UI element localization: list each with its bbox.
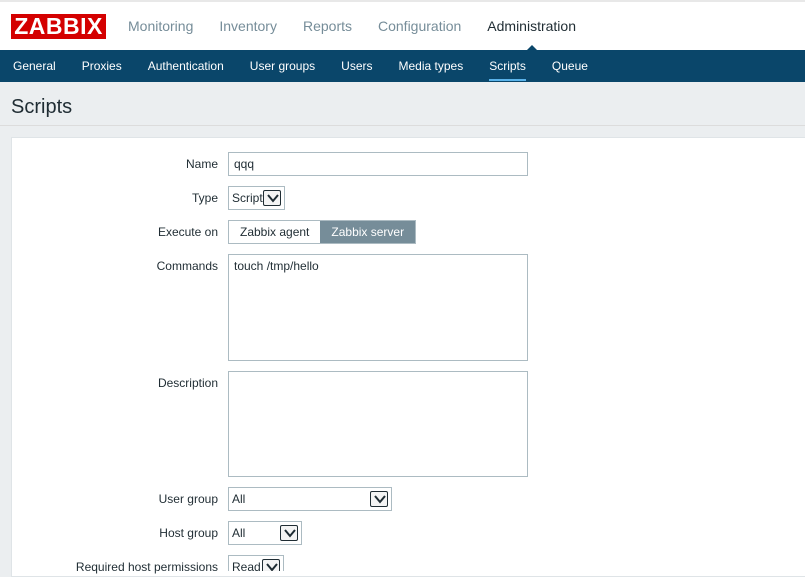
main-menu-inventory[interactable]: Inventory bbox=[206, 2, 290, 50]
page-title: Scripts bbox=[11, 96, 73, 118]
type-label: Type bbox=[191, 191, 218, 205]
sub-menu-user-groups[interactable]: User groups bbox=[237, 50, 328, 82]
execute-on-toggle: Zabbix agent Zabbix server bbox=[228, 220, 417, 244]
execute-on-label: Execute on bbox=[157, 225, 218, 239]
host-group-select-value: All bbox=[232, 526, 246, 540]
required-host-permissions-label: Required host permissions bbox=[75, 560, 218, 574]
page-header: Scripts bbox=[0, 82, 805, 126]
user-group-label: User group bbox=[158, 492, 218, 506]
name-input[interactable] bbox=[228, 152, 528, 176]
name-label: Name bbox=[185, 157, 218, 171]
description-textarea[interactable] bbox=[228, 371, 528, 477]
type-select-value: Script bbox=[232, 191, 263, 205]
sub-menu-media-types[interactable]: Media types bbox=[386, 50, 477, 82]
chevron-down-icon bbox=[263, 190, 281, 206]
commands-textarea[interactable]: touch /tmp/hello bbox=[228, 254, 528, 361]
main-menu-monitoring[interactable]: Monitoring bbox=[115, 2, 206, 50]
type-select[interactable]: Script bbox=[228, 186, 285, 210]
required-host-permissions-select[interactable]: Read bbox=[228, 555, 284, 571]
host-group-label: Host group bbox=[159, 526, 218, 540]
sub-menu: General Proxies Authentication User grou… bbox=[0, 50, 805, 82]
user-group-select-value: All bbox=[232, 492, 246, 506]
sub-menu-general[interactable]: General bbox=[0, 50, 69, 82]
commands-label: Commands bbox=[156, 259, 218, 273]
description-label: Description bbox=[157, 376, 218, 390]
zabbix-logo[interactable]: ZABBIX bbox=[11, 14, 106, 39]
sub-menu-queue[interactable]: Queue bbox=[539, 50, 601, 82]
main-menu-reports[interactable]: Reports bbox=[290, 2, 365, 50]
sub-menu-scripts[interactable]: Scripts bbox=[476, 50, 539, 82]
main-menu: Monitoring Inventory Reports Configurati… bbox=[115, 2, 589, 52]
chevron-down-icon bbox=[262, 559, 280, 571]
main-menu-configuration[interactable]: Configuration bbox=[365, 2, 474, 50]
main-menu-administration[interactable]: Administration bbox=[474, 2, 589, 52]
user-group-select[interactable]: All bbox=[228, 487, 392, 511]
execute-on-zabbix-agent[interactable]: Zabbix agent bbox=[229, 221, 321, 243]
sub-menu-users[interactable]: Users bbox=[328, 50, 385, 82]
execute-on-zabbix-server[interactable]: Zabbix server bbox=[320, 221, 416, 243]
sub-menu-authentication[interactable]: Authentication bbox=[135, 50, 237, 82]
sub-menu-proxies[interactable]: Proxies bbox=[69, 50, 135, 82]
chevron-down-icon bbox=[280, 525, 298, 541]
top-bar: ZABBIX Monitoring Inventory Reports Conf… bbox=[0, 0, 805, 52]
required-host-permissions-select-value: Read bbox=[232, 560, 261, 571]
host-group-select[interactable]: All bbox=[228, 521, 302, 545]
chevron-down-icon bbox=[370, 491, 388, 507]
